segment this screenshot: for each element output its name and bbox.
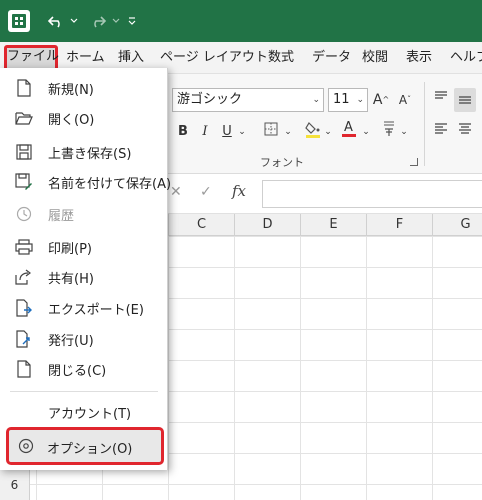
print-icon	[14, 237, 34, 257]
menu-item-new[interactable]: 新規(N)	[0, 73, 168, 103]
grow-font-button[interactable]: A^	[372, 90, 390, 110]
font-size-select[interactable]: 11 ⌄	[328, 88, 368, 112]
column-header-f[interactable]: F	[366, 214, 432, 236]
menu-item-open[interactable]: 開く(O)	[0, 103, 168, 133]
menu-divider	[10, 391, 158, 392]
shrink-font-label: A	[398, 93, 408, 107]
tab-home[interactable]: ホーム	[66, 46, 105, 70]
chevron-down-icon[interactable]: ⌄	[360, 122, 372, 142]
column-header-d[interactable]: D	[234, 214, 300, 236]
menu-item-account[interactable]: アカウント(T)	[0, 397, 168, 427]
insert-function-icon[interactable]: fx	[232, 182, 246, 200]
menu-item-label: 開く(O)	[48, 112, 95, 128]
menu-item-label: 新規(N)	[48, 82, 94, 98]
new-file-icon	[14, 78, 34, 98]
tab-insert[interactable]: 挿入	[118, 46, 144, 70]
row-header-6[interactable]: 6	[0, 470, 30, 500]
enter-icon[interactable]: ✓	[200, 184, 212, 200]
menu-item-publish[interactable]: 発行(U)	[0, 324, 168, 354]
tab-data[interactable]: データ	[312, 46, 351, 70]
menu-item-share[interactable]: 共有(H)	[0, 262, 168, 292]
column-header-c[interactable]: C	[168, 214, 234, 236]
align-left-icon[interactable]	[432, 122, 450, 142]
column-header-e[interactable]: E	[300, 214, 366, 236]
font-size-value: 11	[333, 92, 350, 107]
font-name-select[interactable]: 游ゴシック ⌄	[172, 88, 324, 112]
menu-item-label: 名前を付けて保存(A)	[48, 176, 172, 192]
history-icon	[14, 204, 34, 224]
ribbon-divider	[424, 82, 425, 166]
formula-input[interactable]	[262, 180, 482, 208]
svg-text:A: A	[344, 120, 353, 135]
chevron-down-icon[interactable]: ⌄	[322, 122, 334, 142]
file-backstage-menu: 新規(N) 開く(O) 上書き保存(S) 名前を付けて保存(A) 履歴 印刷(P…	[0, 68, 172, 470]
menu-item-label: 印刷(P)	[48, 241, 92, 257]
menu-item-close[interactable]: 閉じる(C)	[0, 354, 168, 384]
cancel-icon[interactable]: ✕	[170, 184, 182, 200]
tab-view[interactable]: 表示	[406, 46, 432, 70]
align-top-icon[interactable]	[432, 90, 450, 110]
align-center-icon[interactable]	[456, 122, 474, 142]
menu-item-save[interactable]: 上書き保存(S)	[0, 137, 168, 167]
font-color-icon[interactable]: A	[340, 118, 358, 138]
excel-logo-icon	[8, 10, 30, 32]
undo-dropdown-icon[interactable]	[68, 9, 80, 33]
chevron-down-icon[interactable]: ⌄	[236, 122, 248, 142]
menu-item-export[interactable]: エクスポート(E)	[0, 293, 168, 323]
redo-icon[interactable]	[86, 9, 110, 33]
tab-help[interactable]: ヘルプ	[450, 46, 482, 70]
dialog-launcher-icon[interactable]	[410, 158, 418, 166]
chevron-down-icon[interactable]: ⌄	[398, 122, 410, 142]
shrink-font-button[interactable]: Aˇ	[396, 90, 414, 110]
save-icon	[14, 142, 34, 162]
undo-icon[interactable]	[44, 9, 68, 33]
menu-item-label: エクスポート(E)	[48, 302, 144, 318]
italic-button[interactable]: I	[198, 122, 212, 142]
share-icon	[14, 267, 34, 287]
tab-formulas[interactable]: 数式	[268, 46, 294, 70]
menu-item-label: 履歴	[48, 208, 75, 224]
menu-item-label: 発行(U)	[48, 333, 94, 349]
borders-icon[interactable]	[262, 122, 280, 142]
tab-review[interactable]: 校閲	[362, 46, 388, 70]
menu-item-label: 閉じる(C)	[48, 363, 107, 379]
caret-down-icon: ˇ	[407, 95, 412, 104]
title-bar	[0, 0, 482, 42]
chevron-down-icon: ⌄	[356, 95, 364, 105]
menu-item-label: アカウント(T)	[48, 406, 132, 422]
bold-button[interactable]: B	[176, 122, 190, 142]
menu-item-label: 上書き保存(S)	[48, 146, 132, 162]
export-icon	[14, 298, 34, 318]
menu-item-label: オプション(O)	[47, 442, 133, 457]
close-document-icon	[14, 359, 34, 379]
redo-dropdown-icon[interactable]	[110, 9, 122, 33]
menu-item-print[interactable]: 印刷(P)	[0, 232, 168, 262]
menu-item-save-as[interactable]: 名前を付けて保存(A)	[0, 167, 172, 197]
save-as-icon	[14, 172, 34, 192]
grow-font-label: A	[372, 92, 383, 108]
gear-icon	[17, 437, 35, 455]
fill-color-icon[interactable]	[304, 120, 322, 140]
phonetic-guide-icon[interactable]	[380, 120, 398, 140]
menu-item-label: 共有(H)	[48, 271, 94, 287]
align-middle-icon[interactable]	[454, 88, 476, 112]
open-folder-icon	[14, 108, 34, 128]
tab-page-layout[interactable]: ページ レイアウト	[160, 46, 268, 70]
chevron-down-icon: ⌄	[312, 95, 320, 105]
font-group-label: フォント	[260, 156, 304, 169]
menu-item-options[interactable]: オプション(O)	[6, 427, 164, 465]
column-header-g[interactable]: G	[432, 214, 482, 236]
font-name-value: 游ゴシック	[177, 92, 243, 107]
underline-button[interactable]: U	[220, 122, 234, 142]
publish-icon	[14, 329, 34, 349]
menu-item-history: 履歴	[0, 199, 168, 229]
customize-quick-access-icon[interactable]	[126, 9, 138, 33]
chevron-down-icon[interactable]: ⌄	[282, 122, 294, 142]
caret-up-icon: ^	[382, 95, 390, 104]
